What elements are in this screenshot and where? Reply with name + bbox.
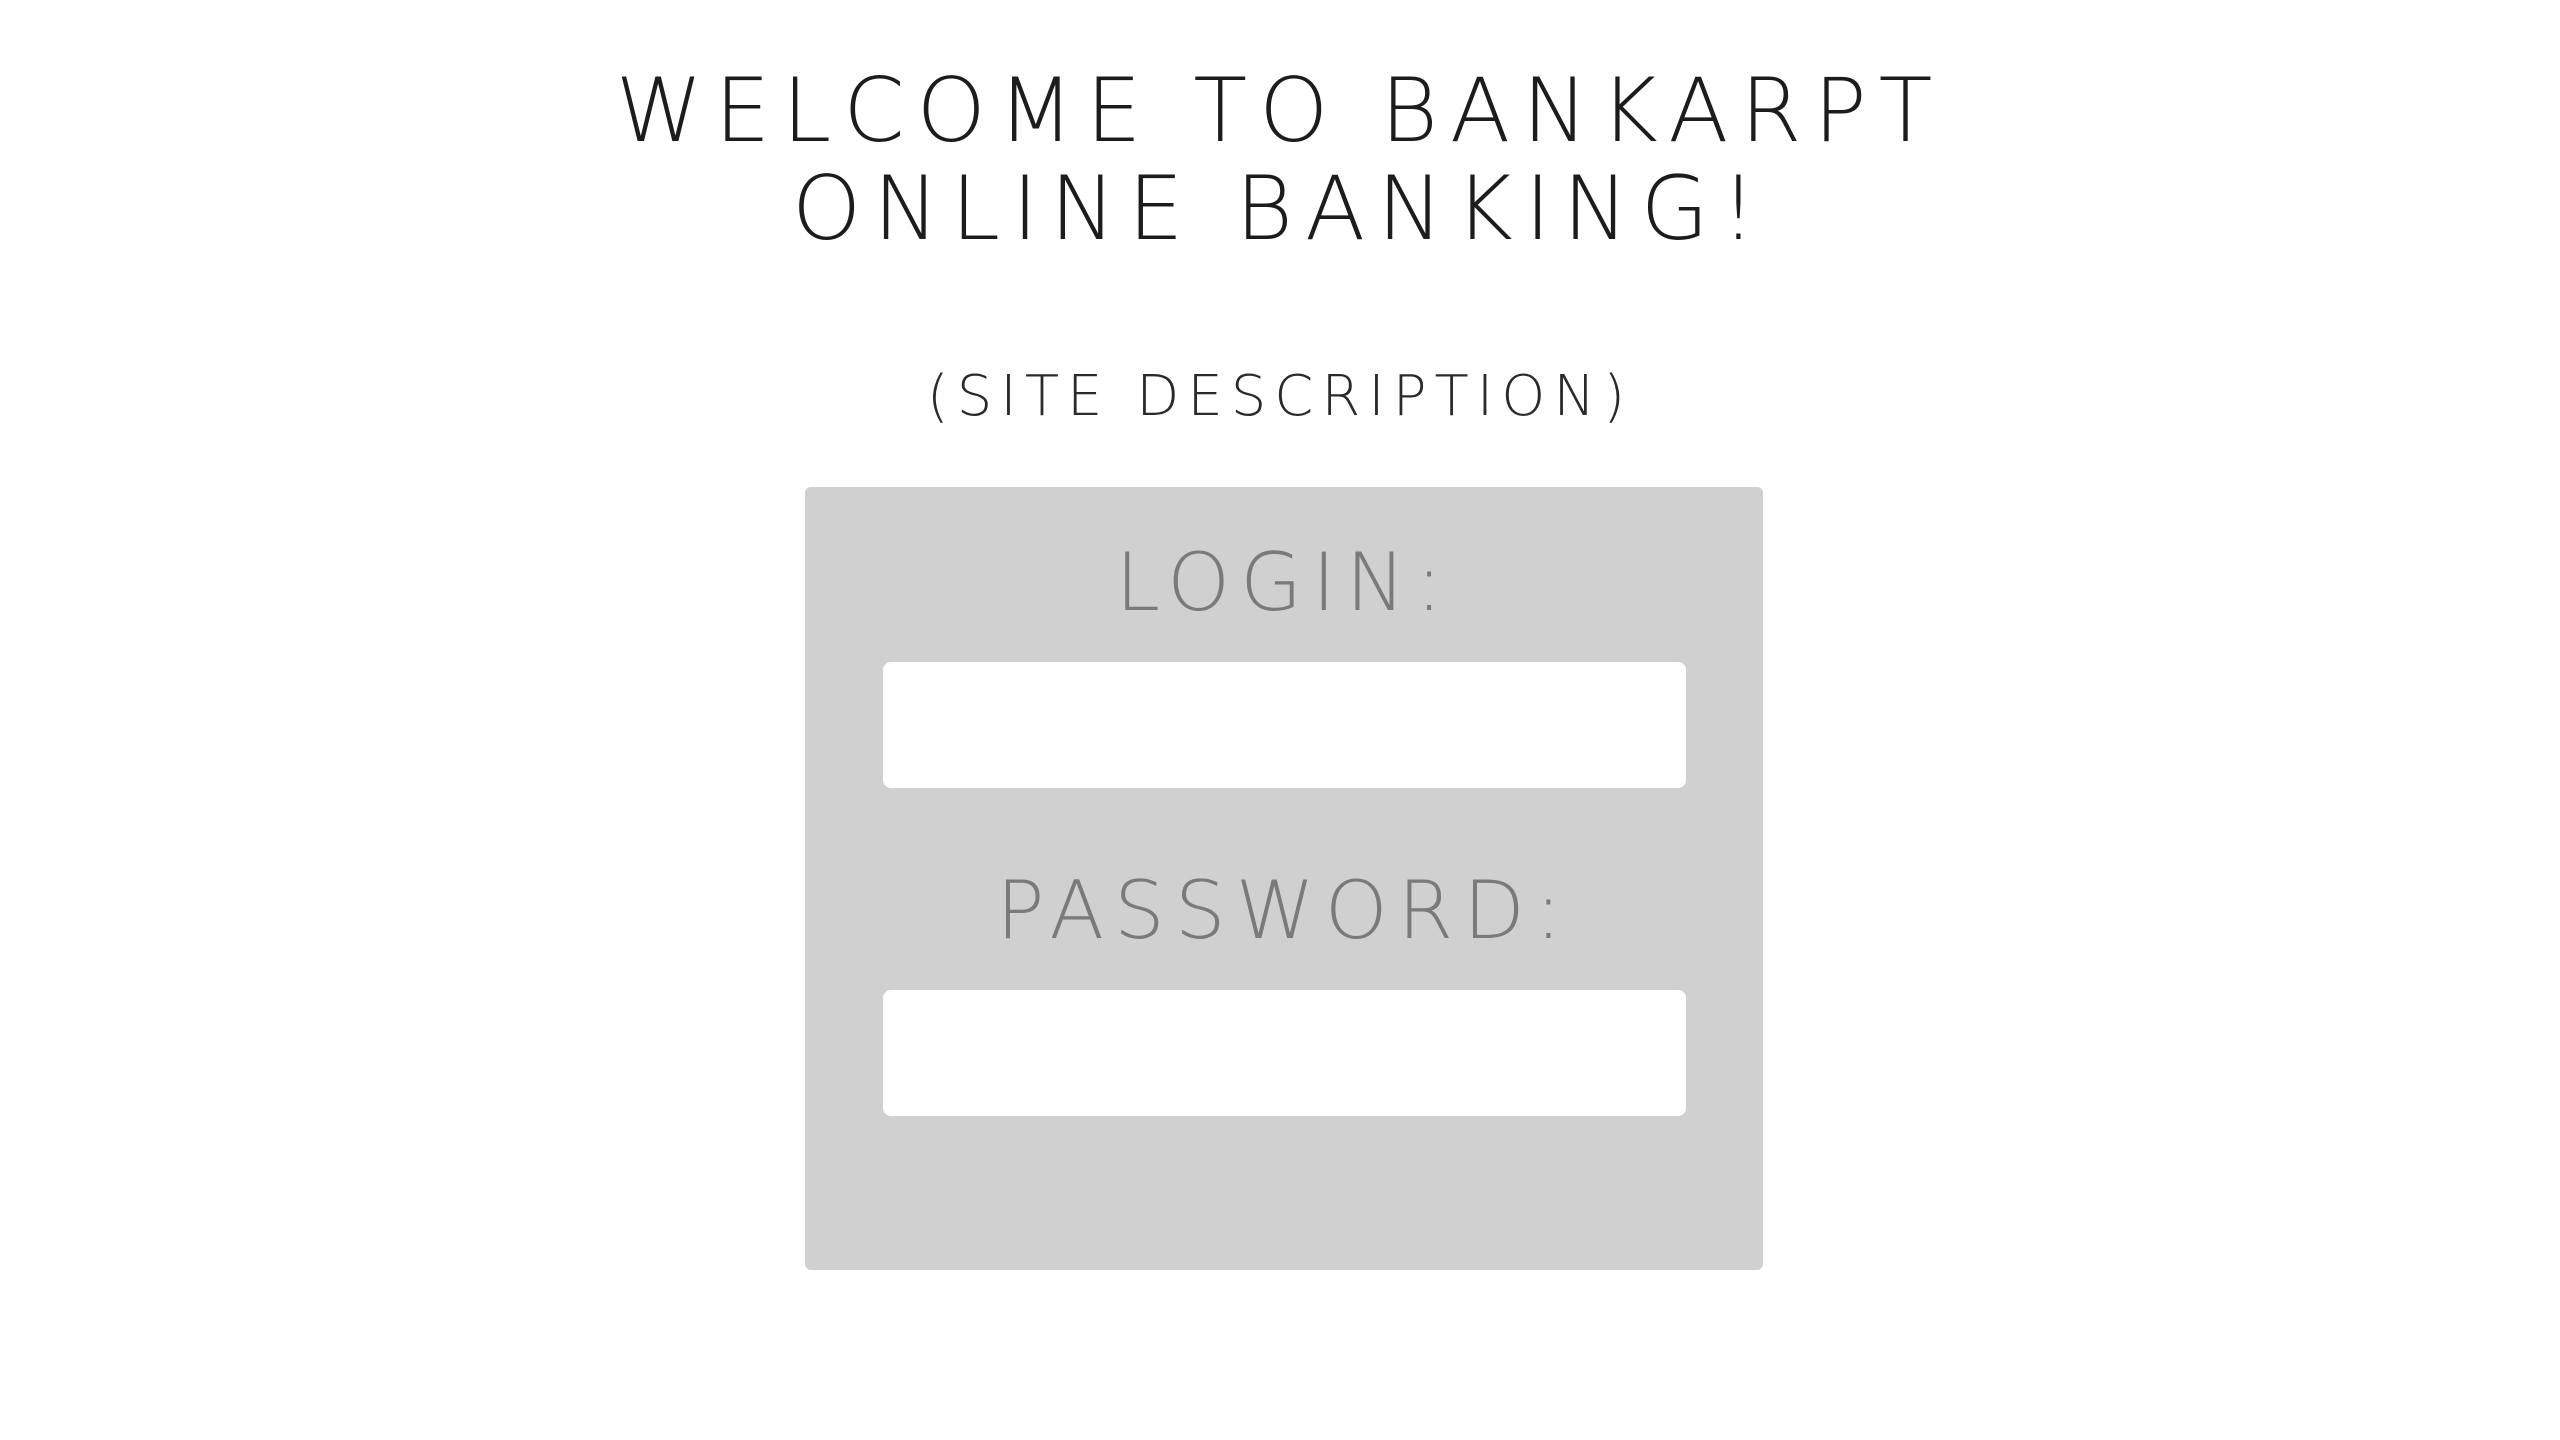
site-description: (SITE DESCRIPTION) bbox=[926, 364, 1634, 429]
password-input[interactable] bbox=[883, 990, 1686, 1116]
page-title-line-1: WELCOME TO BANKARPT bbox=[615, 59, 1945, 162]
page-title-line-2: ONLINE BANKING! bbox=[791, 157, 1769, 260]
page-title: WELCOME TO BANKARPT ONLINE BANKING! bbox=[0, 62, 2560, 258]
login-input[interactable] bbox=[883, 662, 1686, 788]
login-page: WELCOME TO BANKARPT ONLINE BANKING! (SIT… bbox=[0, 0, 2560, 1440]
login-label: LOGIN: bbox=[1115, 536, 1453, 629]
password-label: PASSWORD: bbox=[996, 864, 1572, 957]
